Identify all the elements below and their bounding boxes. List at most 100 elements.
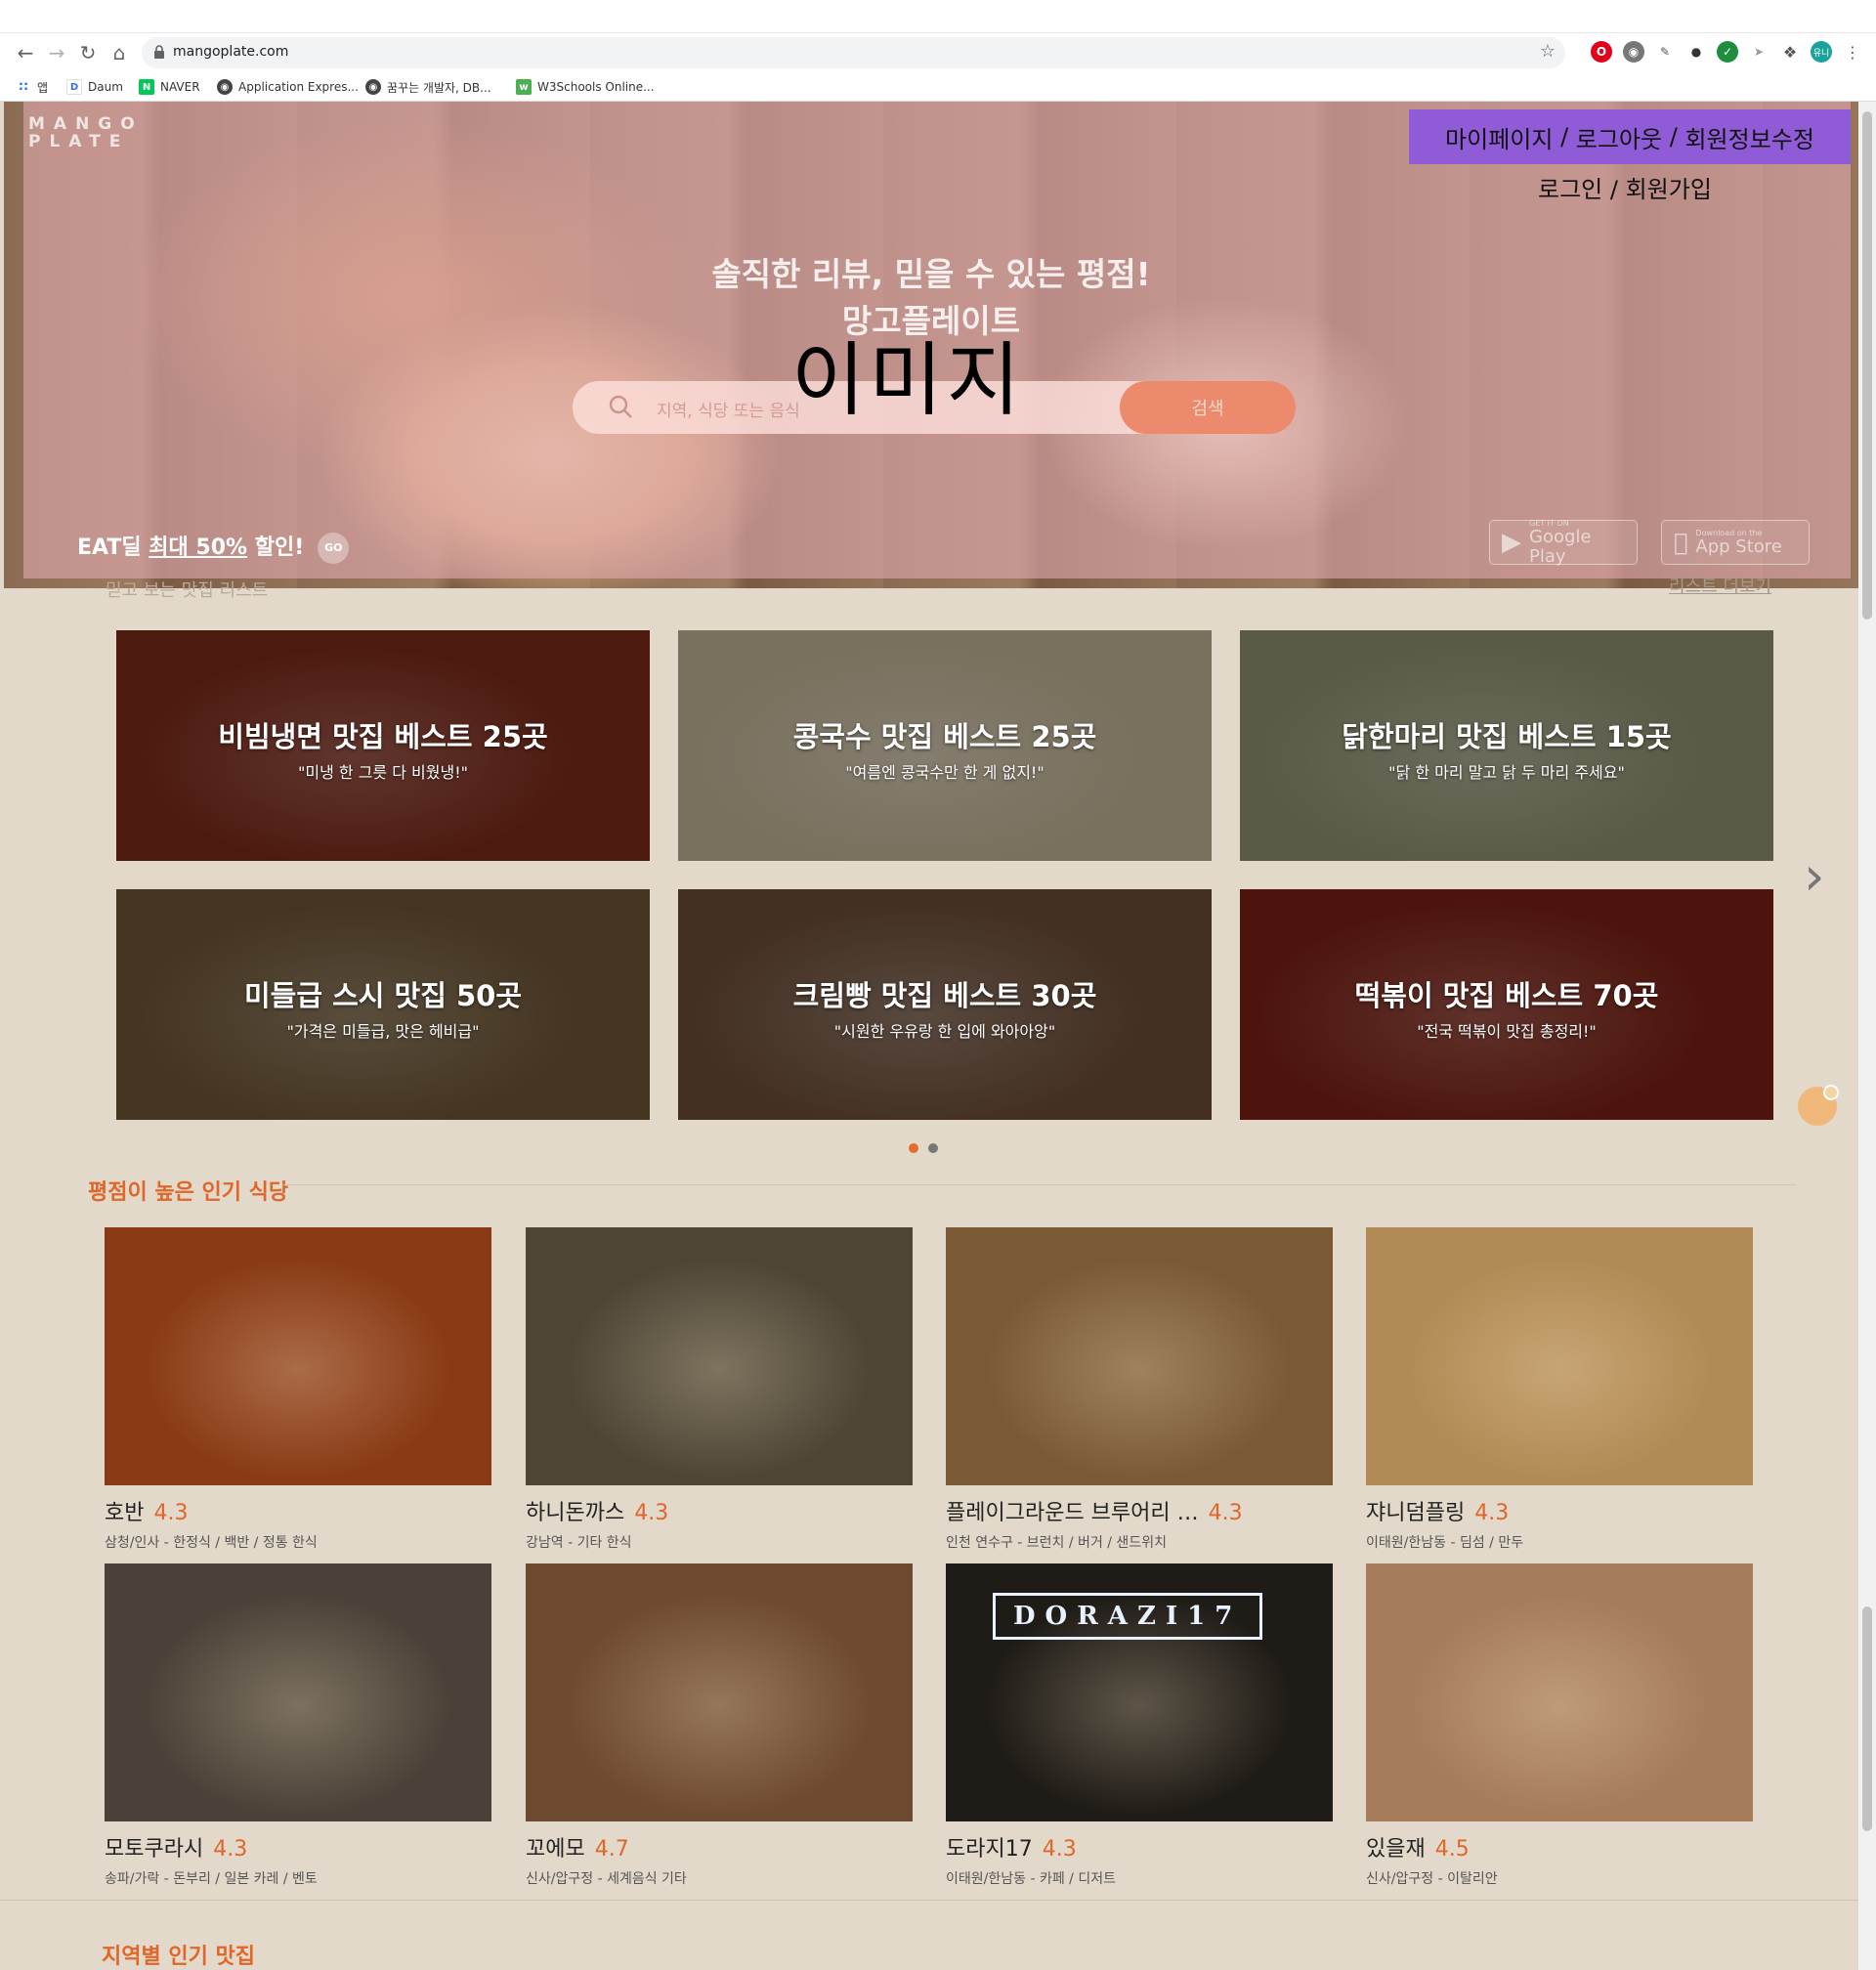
bookmark-dev-blog[interactable]: ◉ 꿈꾸는 개발자, DB... (365, 78, 491, 96)
restaurant-sign: DORAZI17 (993, 1593, 1263, 1640)
forward-arrow-icon[interactable]: → (45, 41, 68, 64)
restaurant-photo[interactable] (526, 1227, 913, 1485)
restaurant-name[interactable]: 하니돈까스 (526, 1501, 624, 1525)
more-lists-link[interactable]: 리스트 더보기 (1669, 573, 1771, 598)
pagination-dot-active[interactable] (909, 1143, 918, 1153)
scrollbar-thumb-secondary[interactable] (1862, 1606, 1872, 1831)
restaurant-score: 4.3 (634, 1501, 669, 1525)
bookmark-star-icon[interactable]: ☆ (1540, 41, 1556, 62)
restaurant-name[interactable]: 도라지17 (946, 1837, 1033, 1862)
hero-tagline: 솔직한 리뷰, 믿을 수 있는 평점! (711, 255, 1151, 293)
image-placeholder-text: 이미지 (790, 334, 1025, 427)
profile-avatar[interactable]: 유니 (1811, 41, 1832, 63)
list-card-title: 닭한마리 맛집 베스트 15곳 (1342, 720, 1672, 753)
separator: / (1662, 123, 1685, 150)
bookmark-daum[interactable]: D Daum (66, 78, 123, 96)
restaurant-name-line: 도라지17 4.3 (946, 1831, 1333, 1863)
restaurant-name[interactable]: 있을재 (1366, 1837, 1426, 1862)
menu-dots-icon[interactable]: ⋮ (1842, 41, 1863, 63)
restaurant-name-line: 쟈니덤플링 4.3 (1366, 1495, 1753, 1526)
extension-globe-icon[interactable]: ◉ (1623, 41, 1644, 63)
home-icon[interactable]: ⌂ (107, 41, 131, 64)
cursor-extension-icon[interactable]: ➤ (1748, 41, 1769, 63)
restaurant-score: 4.3 (1042, 1837, 1077, 1862)
list-card-title: 콩국수 맛집 베스트 25곳 (792, 720, 1097, 753)
lock-icon (154, 45, 164, 59)
bookmark-naver[interactable]: N NAVER (139, 78, 200, 96)
restaurant-name[interactable]: 꼬에모 (526, 1837, 585, 1862)
restaurant-photo[interactable]: DORAZI17 (946, 1563, 1333, 1821)
section-divider (283, 1184, 1796, 1185)
reload-icon[interactable]: ↻ (76, 41, 100, 64)
restaurant-photo[interactable] (946, 1227, 1333, 1485)
logout-link[interactable]: 로그아웃 (1576, 120, 1662, 154)
bookmark-application-express[interactable]: ◉ Application Expres... (217, 78, 359, 96)
list-card-subtitle: "미냉 한 그릇 다 비웠냉!" (298, 763, 468, 782)
list-card[interactable]: 미들급 스시 맛집 50곳 "가격은 미들급, 맛은 헤비급" (116, 889, 650, 1120)
restaurant-score: 4.3 (153, 1501, 189, 1525)
bookmark-label: NAVER (160, 80, 200, 94)
scrollbar-thumb[interactable] (1862, 111, 1872, 620)
restaurant-name[interactable]: 호반 (105, 1501, 144, 1525)
login-link[interactable]: 로그인 (1538, 176, 1602, 203)
signup-link[interactable]: 회원가입 (1626, 176, 1712, 203)
go-button[interactable]: GO (318, 533, 350, 564)
google-play-button[interactable]: ▶ GET IT ON Google Play (1489, 519, 1638, 566)
list-card[interactable]: 떡볶이 맛집 베스트 70곳 "전국 떡볶이 맛집 총정리!" (1240, 889, 1773, 1120)
restaurant-name-line: 호반 4.3 (105, 1495, 491, 1526)
list-card[interactable]: 콩국수 맛집 베스트 25곳 "여름엔 콩국수만 한 게 없지!" (678, 630, 1212, 861)
restaurant-name[interactable]: 플레이그라운드 브루어리 … (946, 1501, 1199, 1525)
popular-section-title: 평점이 높은 인기 식당 (88, 1180, 289, 1205)
eat-deal-banner[interactable]: EAT딜 최대 50% 할인! GO (77, 530, 350, 564)
lists-section-title: 믿고 보는 맛집 리스트 (106, 580, 269, 601)
pagination-dot[interactable] (928, 1143, 938, 1153)
list-card-subtitle: "여름엔 콩국수만 한 게 없지!" (845, 763, 1045, 782)
list-card-subtitle: "전국 떡볶이 맛집 총정리!" (1417, 1022, 1597, 1041)
bookmark-label: Application Expres... (238, 80, 359, 94)
restaurant-name-line: 플레이그라운드 브루어리 … 4.3 (946, 1495, 1333, 1526)
list-card[interactable]: 닭한마리 맛집 베스트 15곳 "닭 한 마리 말고 닭 두 마리 주세요" (1240, 630, 1773, 861)
app-store-button[interactable]:  Download on theApp Store (1661, 520, 1810, 565)
restaurant-score: 4.7 (594, 1837, 629, 1862)
list-card-title: 크림빵 맛집 베스트 30곳 (792, 979, 1097, 1012)
restaurant-photo[interactable] (526, 1563, 913, 1821)
restaurant-name[interactable]: 쟈니덤플링 (1366, 1501, 1465, 1525)
mangoplate-logo[interactable]: MANGO PLATE (28, 115, 144, 150)
mypage-link[interactable]: 마이페이지 (1445, 120, 1553, 154)
restaurant-card: 하니돈까스 4.3 강남역 - 기타 한식 (526, 1227, 913, 1552)
auth-menu: 로그인 / 회원가입 (1538, 170, 1712, 204)
store-big-label: App Store (1682, 535, 1781, 557)
restaurant-photo[interactable] (105, 1227, 491, 1485)
opera-extension-icon[interactable]: O (1591, 41, 1612, 63)
list-card[interactable]: 크림빵 맛집 베스트 30곳 "시원한 우유랑 한 입에 와아아앙" (678, 889, 1212, 1120)
eyedropper-extension-icon[interactable]: ✎ (1654, 41, 1676, 63)
edit-profile-link[interactable]: 회원정보수정 (1684, 120, 1813, 154)
restaurant-photo[interactable] (1366, 1563, 1753, 1821)
back-arrow-icon[interactable]: ← (14, 41, 37, 64)
restaurant-meta: 인천 연수구 - 브런치 / 버거 / 샌드위치 (946, 1535, 1167, 1551)
restaurant-name-line: 하니돈까스 4.3 (526, 1495, 913, 1526)
restaurant-score: 4.5 (1434, 1837, 1470, 1862)
restaurant-score: 4.3 (1208, 1501, 1243, 1525)
incognito-extension-icon[interactable]: ● (1685, 41, 1707, 63)
next-arrow-icon[interactable]: › (1804, 850, 1825, 903)
address-bar[interactable]: mangoplate.com ☆ (142, 37, 1565, 68)
daum-icon: D (66, 79, 82, 95)
list-card-subtitle: "닭 한 마리 말고 닭 두 마리 주세요" (1388, 763, 1625, 782)
restaurant-card: 꼬에모 4.7 신사/압구정 - 세계음식 기타 (526, 1563, 913, 1888)
page-scrollbar[interactable] (1858, 102, 1876, 1970)
bookmark-apps[interactable]: ∷ 앱 (16, 78, 48, 96)
bookmark-label: 앱 (37, 80, 49, 95)
restaurant-name[interactable]: 모토쿠라시 (105, 1837, 203, 1862)
bookmark-w3schools[interactable]: w W3Schools Online... (516, 78, 655, 96)
shield-extension-icon[interactable]: ✓ (1717, 41, 1738, 63)
bookmark-label: 꿈꾸는 개발자, DB... (387, 80, 491, 95)
list-card-subtitle: "시원한 우유랑 한 입에 와아아앙" (833, 1022, 1056, 1041)
restaurant-card: 호반 4.3 삼청/인사 - 한정식 / 백반 / 정통 한식 (105, 1227, 491, 1552)
restaurant-photo[interactable] (1366, 1227, 1753, 1485)
google-play-icon: ▶ (1502, 528, 1521, 557)
restaurant-photo[interactable] (105, 1563, 491, 1821)
puzzle-extensions-icon[interactable]: ❖ (1779, 41, 1801, 63)
chat-bubble-icon[interactable] (1798, 1085, 1839, 1126)
list-card[interactable]: 비빔냉면 맛집 베스트 25곳 "미냉 한 그릇 다 비웠냉!" (116, 630, 650, 861)
